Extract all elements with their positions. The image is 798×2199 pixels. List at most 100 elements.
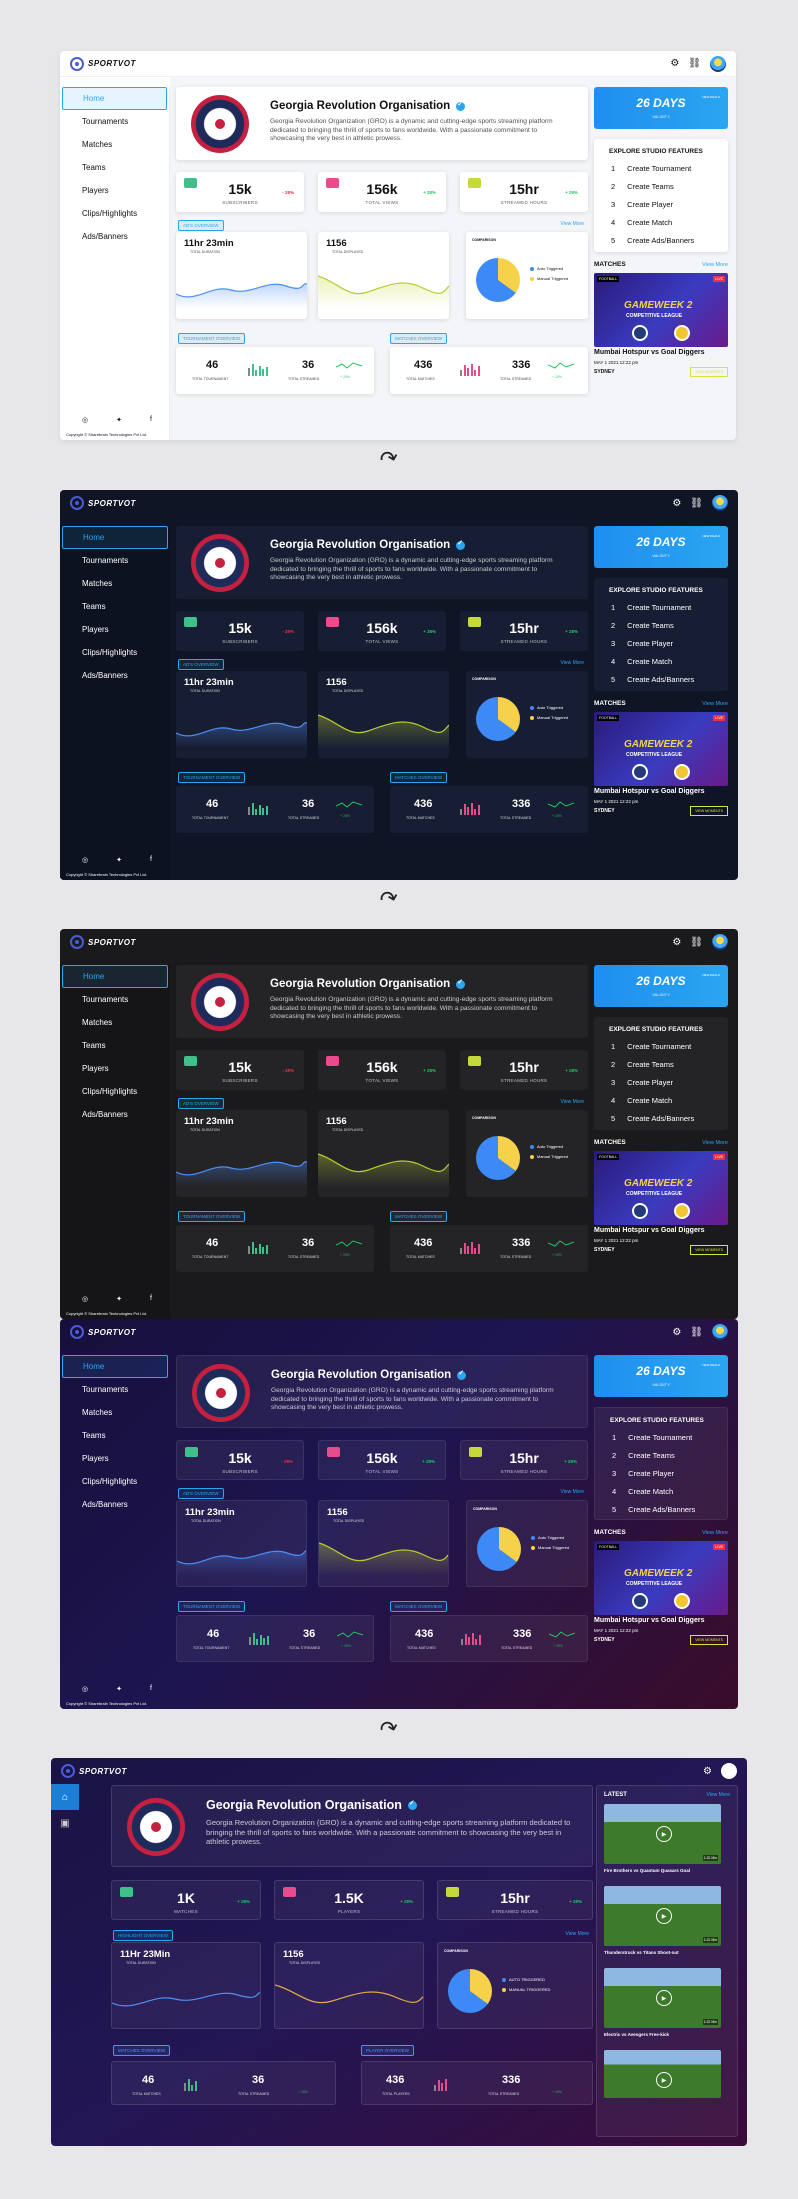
sidebar-item-matches[interactable]: Matches [62,1011,168,1034]
validity-card[interactable]: 26 DAYS VALIDITY NEW DEALS [594,526,728,568]
twitter-icon[interactable]: ✦ [116,1685,122,1693]
match-thumbnail[interactable]: FOOTBALL LIVE GAMEWEEK 2 COMPETITIVE LEAGU… [594,1151,728,1225]
explore-item[interactable]: 1 Create Tournament [611,603,691,612]
facebook-icon[interactable]: f [150,1685,152,1693]
view-moments-button[interactable]: VIEW MOMENTS [690,1635,728,1645]
instagram-icon[interactable]: ◎ [82,1295,88,1303]
ads-view-more-link[interactable]: View More [560,1099,584,1105]
sidebar-item-players[interactable]: Players [62,618,168,641]
view-moments-button[interactable]: VIEW MOMENTS [690,1245,728,1255]
match-thumbnail[interactable]: FOOTBALL LIVE GAMEWEEK 2 COMPETITIVE LEAGU… [594,1541,728,1615]
app-logo[interactable]: SPORTVOT [61,1764,127,1778]
validity-card[interactable]: 26 DAYS VALIDITY NEW DEALS [594,965,728,1007]
sidebar-item-players[interactable]: Players [62,1057,168,1080]
twitter-icon[interactable]: ✦ [116,1295,122,1303]
explore-item[interactable]: 2 Create Teams [611,621,674,630]
validity-card[interactable]: 26 DAYS VALIDITY NEW DEALS [594,1355,728,1397]
sidebar-item-home[interactable]: Home [62,1355,168,1378]
explore-item[interactable]: 3 Create Player [611,1078,673,1087]
sidebar-item-clips[interactable]: Clips/Highlights [62,1470,168,1493]
sidebar-item-matches[interactable]: Matches [62,572,168,595]
sidebar-item-players[interactable]: Players [62,179,167,202]
network-icon[interactable]: ⛓ [688,58,701,69]
video-thumbnail[interactable] [604,2050,721,2098]
avatar[interactable] [721,1763,737,1779]
settings-icon[interactable]: ⚙ [672,937,681,948]
explore-item[interactable]: 2 Create Teams [612,1451,675,1460]
sidebar-item-players[interactable]: Players [62,1447,168,1470]
settings-icon[interactable]: ⚙ [672,498,681,509]
explore-item[interactable]: 1 Create Tournament [611,164,691,173]
settings-icon[interactable]: ⚙ [670,58,679,69]
network-icon[interactable]: ⛓ [690,1327,703,1338]
explore-item[interactable]: 5 Create Ads/Banners [612,1505,695,1514]
validity-card[interactable]: 26 DAYS VALIDITY NEW DEALS [594,87,728,129]
explore-item[interactable]: 3 Create Player [612,1469,674,1478]
media-icon[interactable]: ▣ [51,1810,79,1836]
sidebar-item-tournaments[interactable]: Tournaments [62,110,167,133]
sidebar-item-clips[interactable]: Clips/Highlights [62,1080,168,1103]
instagram-icon[interactable]: ◎ [82,416,88,424]
settings-icon[interactable]: ⚙ [672,1327,681,1338]
explore-item[interactable]: 1 Create Tournament [612,1433,692,1442]
explore-item[interactable]: 4 Create Match [611,218,672,227]
sidebar-item-teams[interactable]: Teams [62,595,168,618]
sidebar-item-tournaments[interactable]: Tournaments [62,549,168,572]
match-thumbnail[interactable]: FOOTBALL LIVE GAMEWEEK 2 COMPETITIVE LEAGU… [594,273,728,347]
facebook-icon[interactable]: f [150,1295,152,1303]
network-icon[interactable]: ⛓ [690,937,703,948]
sidebar-item-home[interactable]: Home [62,526,168,549]
instagram-icon[interactable]: ◎ [82,1685,88,1693]
highlight-view-more-link[interactable]: View More [565,1931,589,1937]
explore-item[interactable]: 3 Create Player [611,200,673,209]
network-icon[interactable]: ⛓ [690,498,703,509]
sidebar-item-matches[interactable]: Matches [62,133,167,156]
avatar[interactable] [710,55,726,72]
matches-view-more-link[interactable]: View More [702,1530,728,1536]
instagram-icon[interactable]: ◎ [82,856,88,864]
explore-item[interactable]: 3 Create Player [611,639,673,648]
explore-item[interactable]: 2 Create Teams [611,182,674,191]
matches-view-more-link[interactable]: View More [702,262,728,268]
twitter-icon[interactable]: ✦ [116,416,122,424]
settings-icon[interactable]: ⚙ [703,1766,712,1777]
video-thumbnail[interactable]: 1:22 Min [604,1968,721,2028]
sidebar-item-ads[interactable]: Ads/Banners [62,225,167,248]
app-logo[interactable]: SPORTVOT [70,1325,136,1339]
explore-item[interactable]: 1 Create Tournament [611,1042,691,1051]
latest-view-more-link[interactable]: View More [706,1792,730,1798]
sidebar-item-matches[interactable]: Matches [62,1401,168,1424]
app-logo[interactable]: SPORTVOT [70,935,136,949]
app-logo[interactable]: SPORTVOT [70,56,136,71]
home-icon[interactable]: ⌂ [51,1784,79,1810]
explore-item[interactable]: 4 Create Match [611,657,672,666]
avatar[interactable] [712,495,728,511]
sidebar-item-ads[interactable]: Ads/Banners [62,1103,168,1126]
facebook-icon[interactable]: f [150,856,152,864]
sidebar-item-home[interactable]: Home [62,965,168,988]
explore-item[interactable]: 4 Create Match [612,1487,673,1496]
sidebar-item-teams[interactable]: Teams [62,156,167,179]
facebook-icon[interactable]: f [150,416,152,424]
explore-item[interactable]: 4 Create Match [611,1096,672,1105]
sidebar-item-teams[interactable]: Teams [62,1034,168,1057]
video-thumbnail[interactable]: 1:22 Min [604,1804,721,1864]
explore-item[interactable]: 5 Create Ads/Banners [611,675,694,684]
match-thumbnail[interactable]: FOOTBALL LIVE GAMEWEEK 2 COMPETITIVE LEAGU… [594,712,728,786]
sidebar-item-ads[interactable]: Ads/Banners [62,1493,168,1516]
sidebar-item-ads[interactable]: Ads/Banners [62,664,168,687]
view-moments-button[interactable]: VIEW MOMENTS [690,367,728,377]
sidebar-item-clips[interactable]: Clips/Highlights [62,641,168,664]
app-logo[interactable]: SPORTVOT [70,496,136,510]
video-thumbnail[interactable]: 1:22 Min [604,1886,721,1946]
sidebar-item-tournaments[interactable]: Tournaments [62,1378,168,1401]
matches-view-more-link[interactable]: View More [702,1140,728,1146]
avatar[interactable] [712,1324,728,1340]
matches-view-more-link[interactable]: View More [702,701,728,707]
explore-item[interactable]: 5 Create Ads/Banners [611,236,694,245]
explore-item[interactable]: 5 Create Ads/Banners [611,1114,694,1123]
sidebar-item-tournaments[interactable]: Tournaments [62,988,168,1011]
ads-view-more-link[interactable]: View More [560,1489,584,1495]
avatar[interactable] [712,934,728,950]
view-moments-button[interactable]: VIEW MOMENTS [690,806,728,816]
